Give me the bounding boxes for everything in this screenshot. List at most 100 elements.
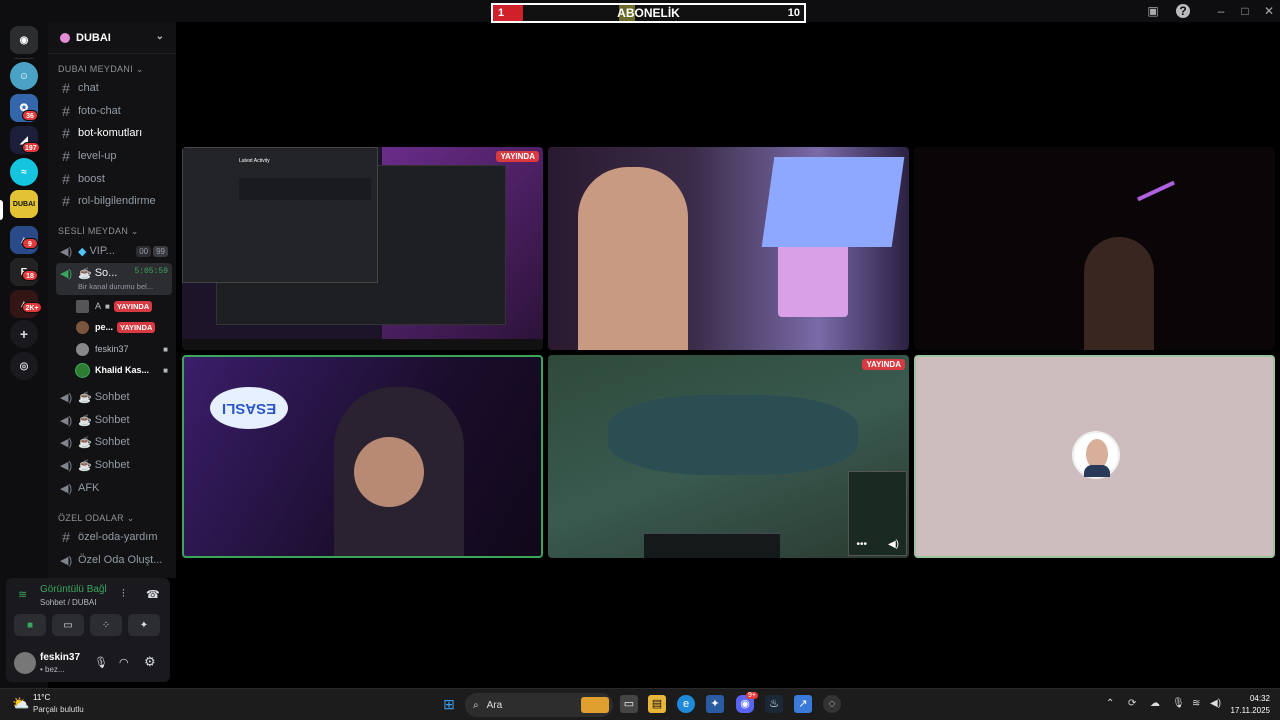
add-server-icon[interactable]: + xyxy=(10,320,38,348)
server-badge-1: 36 xyxy=(22,110,38,121)
file-explorer-icon[interactable]: ▤ xyxy=(648,695,666,713)
shared-taskbar xyxy=(182,339,543,350)
coffee-icon: ☕ xyxy=(78,391,92,404)
activities-button[interactable]: ⁘ xyxy=(90,614,122,636)
inbox-icon[interactable]: ▣ xyxy=(1146,4,1160,18)
category-voice[interactable]: SESLİ MEYDAN ⌄ xyxy=(58,226,139,237)
task-view-icon[interactable]: ▭ xyxy=(620,695,638,713)
signal-icon[interactable]: ≋ xyxy=(18,588,27,601)
stream-tile-dark[interactable] xyxy=(914,147,1275,350)
server-avatar-dubai[interactable]: DUBAI xyxy=(10,190,38,218)
voice-user[interactable]: A ■ YAYINDA xyxy=(76,297,153,315)
channel-status[interactable]: Bir kanal durumu bel... xyxy=(78,282,153,291)
weather-condition[interactable]: Parçalı bulutlu xyxy=(33,705,84,714)
windows-start-icon[interactable]: ⊞ xyxy=(440,695,458,713)
voice-channel-sohbet-active[interactable]: ◀) ☕ So... 5:05:59 Bir kanal durumu bel.… xyxy=(56,263,172,295)
weather-icon[interactable]: ⛅ xyxy=(12,695,29,712)
disconnect-icon[interactable]: ☎ xyxy=(146,588,160,601)
taskbar-search[interactable]: ⌕ Ara xyxy=(465,693,613,717)
stream-tile-game[interactable]: YAYINDA ••• ◀) xyxy=(548,355,909,558)
microphone-icon[interactable]: 🎙 xyxy=(1172,698,1185,709)
camera-button[interactable]: ■ xyxy=(14,614,46,636)
discord-home-icon[interactable]: ◉ xyxy=(10,26,38,54)
camera-icon: ■ xyxy=(163,344,168,354)
more-icon[interactable]: ••• xyxy=(856,539,867,550)
stream-tile-avatar[interactable] xyxy=(914,355,1275,558)
gear-icon[interactable]: ⚙ xyxy=(144,654,156,670)
live-badge: YAYINDA xyxy=(113,300,153,312)
taskbar-clock[interactable]: 04:32 17.11.2025 xyxy=(1231,693,1270,717)
avatar[interactable] xyxy=(14,652,36,674)
noise-suppression-icon[interactable]: ⫶ xyxy=(122,588,125,601)
volume-icon[interactable]: ◀) xyxy=(1210,698,1221,709)
discover-icon[interactable]: ◎ xyxy=(10,352,38,380)
server-avatar-1[interactable]: ☺ xyxy=(10,62,38,90)
weather-temp[interactable]: 11°C xyxy=(33,693,50,702)
channel-foto-chat[interactable]: # foto-chat xyxy=(56,101,172,121)
microphone-icon[interactable]: 🎙 xyxy=(94,656,108,669)
headphones-icon[interactable]: ◠ xyxy=(119,656,129,669)
server-badge-4: 18 xyxy=(22,270,38,281)
wifi-icon[interactable]: ≋ xyxy=(1192,698,1200,709)
river xyxy=(608,395,858,475)
channel-rol-bilgilendirme[interactable]: # rol-bilgilendirme xyxy=(56,191,172,211)
channel-boost[interactable]: # boost xyxy=(56,169,172,189)
maximize-icon[interactable]: □ xyxy=(1238,4,1252,18)
server-header[interactable]: DUBAI ⌄ xyxy=(48,22,176,54)
cloud-icon[interactable]: ☁ xyxy=(1150,698,1160,709)
voice-location[interactable]: Sohbet / DUBAI xyxy=(40,598,96,607)
clock-date: 17.11.2025 xyxy=(1230,706,1270,715)
voice-channel-sohbet[interactable]: ◀) ☕ Sohbet xyxy=(56,410,172,430)
close-icon[interactable]: ✕ xyxy=(1262,4,1276,18)
volume-icon[interactable]: ◀) xyxy=(888,539,899,550)
voice-status[interactable]: Görüntülü Bağl xyxy=(40,584,107,595)
voice-channel-afk[interactable]: ◀) AFK xyxy=(56,478,172,498)
voice-channel-ozel-oda[interactable]: ◀) Özel Oda Oluşt... xyxy=(56,550,172,570)
soundboard-button[interactable]: ✦ xyxy=(128,614,160,636)
channel-bot-komutlari[interactable]: # bot-komutları xyxy=(56,123,172,143)
voice-channel-sohbet[interactable]: ◀) ☕ Sohbet xyxy=(56,455,172,475)
minimize-icon[interactable]: – xyxy=(1214,4,1228,18)
speaker-icon: ◀) xyxy=(60,245,73,258)
voice-channel-vip[interactable]: ◀) ◆ VIP... 00 99 xyxy=(56,241,172,261)
avatar xyxy=(76,299,89,313)
category-text[interactable]: DUBAI MEYDANI ⌄ xyxy=(58,64,144,75)
speaker-icon: ◀) xyxy=(60,482,73,495)
coffee-icon: ☕ xyxy=(78,459,92,472)
hash-icon: # xyxy=(62,193,70,209)
coffee-icon: ☕ xyxy=(78,436,92,449)
voice-user[interactable]: Khalid Kas... ■ xyxy=(76,361,168,379)
clock-time: 04:32 xyxy=(1249,694,1270,703)
channel-chat[interactable]: # chat xyxy=(56,78,172,98)
user-status: • bez... xyxy=(40,665,65,674)
stream-tile-speaking[interactable]: ESASLI xyxy=(182,355,543,558)
app-icon[interactable]: ↗ xyxy=(794,695,812,713)
voice-user[interactable]: pe... YAYINDA xyxy=(76,318,156,336)
avatar xyxy=(76,363,89,377)
server-avatar-4[interactable]: ≈ xyxy=(10,158,38,186)
voice-channel-sohbet[interactable]: ◀) ☕ Sohbet xyxy=(56,387,172,407)
app-icon[interactable]: ✦ xyxy=(706,695,724,713)
camera-icon: ■ xyxy=(26,619,34,631)
person-figure xyxy=(1084,237,1154,350)
channel-ozel-oda-yardim[interactable]: # özel-oda-yardım xyxy=(56,527,172,547)
channel-level-up[interactable]: # level-up xyxy=(56,146,172,166)
voice-user[interactable]: feskin37 ■ xyxy=(76,340,168,358)
speaker-icon: ◀) xyxy=(60,554,73,567)
voice-channel-sohbet[interactable]: ◀) ☕ Sohbet xyxy=(56,432,172,452)
category-private[interactable]: ÖZEL ODALAR ⌄ xyxy=(58,513,135,524)
stream-tile-webcam[interactable] xyxy=(548,147,909,350)
live-badge: YAYINDA xyxy=(862,359,905,370)
chevron-up-icon[interactable]: ⌃ xyxy=(1106,698,1114,709)
sync-icon[interactable]: ⟳ xyxy=(1128,698,1136,709)
live-badge: YAYINDA xyxy=(117,321,156,333)
search-icon: ⌕ xyxy=(473,699,479,711)
rgb-keyboard xyxy=(778,237,848,317)
help-icon[interactable]: ? xyxy=(1176,4,1190,18)
steam-icon[interactable]: ♨ xyxy=(765,695,783,713)
edge-icon[interactable]: e xyxy=(677,695,695,713)
neon-light xyxy=(1137,180,1175,202)
app-icon[interactable]: ◌ xyxy=(823,695,841,713)
screen-share-button[interactable]: ▭ xyxy=(52,614,84,636)
stream-tile-screen[interactable]: Latest Activity YAYINDA xyxy=(182,147,543,350)
